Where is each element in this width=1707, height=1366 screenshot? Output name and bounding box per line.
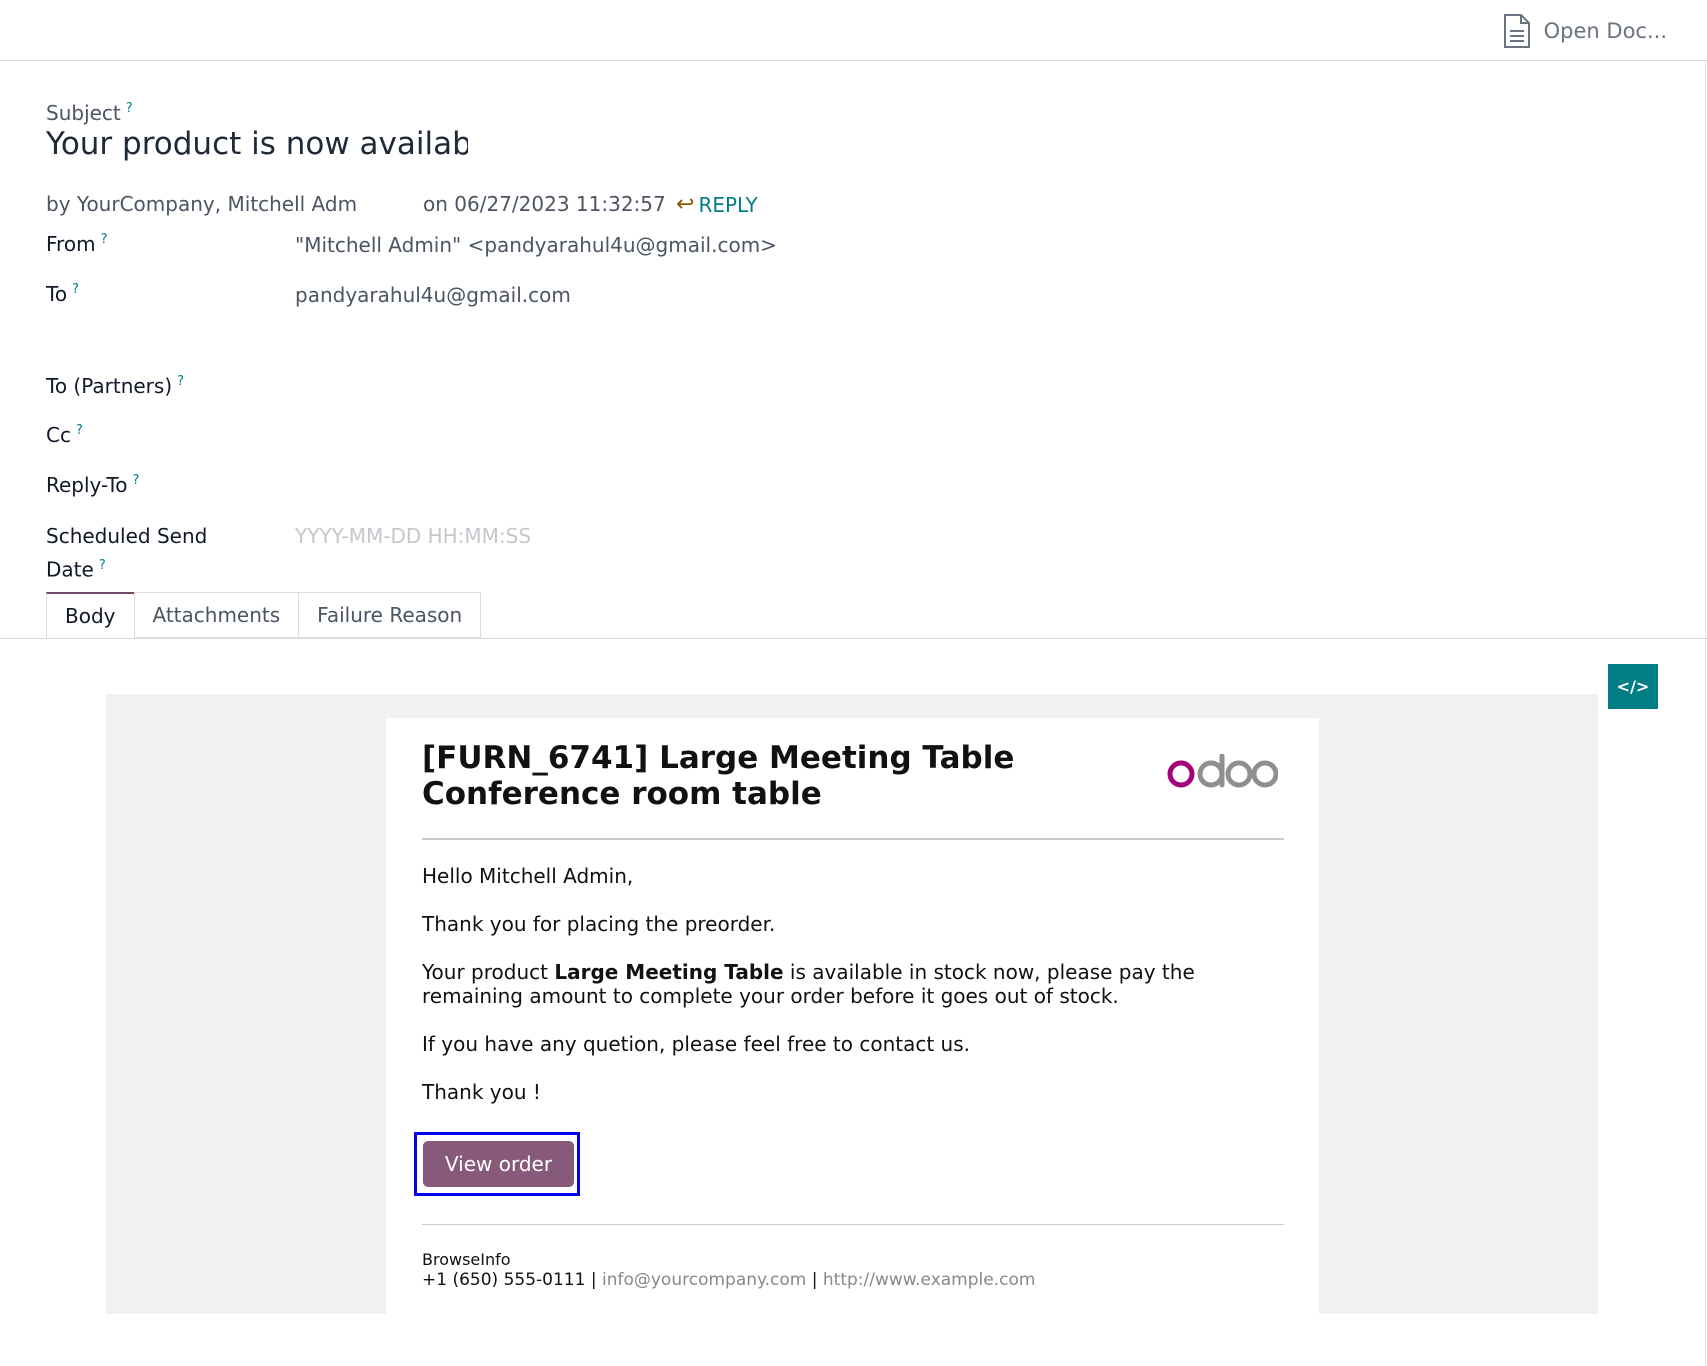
- open-document-button[interactable]: Open Doc...: [1502, 12, 1667, 50]
- footer-website-link[interactable]: http://www.example.com: [823, 1270, 1036, 1290]
- top-bar: Open Doc...: [0, 0, 1707, 61]
- subject-value: Your product is now available: [46, 126, 468, 162]
- footer-email-link[interactable]: info@yourcompany.com: [602, 1270, 806, 1290]
- tab-bar: Body Attachments Failure Reason: [46, 592, 482, 638]
- email-thanks: Thank you for placing the preorder.: [422, 912, 776, 936]
- document-icon: [1502, 13, 1532, 49]
- email-title: [FURN_6741] Large Meeting Table Conferen…: [422, 740, 1015, 812]
- cc-label: Cc?: [46, 423, 83, 447]
- help-icon[interactable]: ?: [126, 101, 133, 116]
- from-label: From?: [46, 232, 108, 256]
- reply-label: REPLY: [698, 192, 758, 217]
- scheduled-date-input[interactable]: YYYY-MM-DD HH:MM:SS: [295, 524, 531, 548]
- tab-attachments[interactable]: Attachments: [133, 592, 300, 638]
- help-icon[interactable]: ?: [72, 282, 79, 297]
- tab-failure-reason[interactable]: Failure Reason: [298, 592, 482, 638]
- email-greeting: Hello Mitchell Admin,: [422, 864, 634, 888]
- odoo-logo: [1166, 753, 1279, 794]
- tab-divider: [0, 638, 1707, 639]
- tab-body[interactable]: Body: [46, 592, 135, 638]
- email-closing: Thank you !: [422, 1080, 541, 1104]
- email-divider: [422, 838, 1284, 840]
- date-line: on 06/27/2023 11:32:57: [423, 192, 666, 216]
- from-value[interactable]: "Mitchell Admin" <pandyarahul4u@gmail.co…: [295, 233, 777, 257]
- right-divider: [1705, 61, 1706, 1366]
- code-icon: </>: [1616, 677, 1650, 696]
- help-icon[interactable]: ?: [101, 232, 108, 247]
- reply-to-label: Reply-To?: [46, 473, 140, 497]
- help-icon[interactable]: ?: [132, 473, 139, 488]
- footer-contact: +1 (650) 555-0111 | info@yourcompany.com…: [422, 1270, 1036, 1290]
- help-icon[interactable]: ?: [99, 558, 106, 573]
- reply-icon: ↩: [676, 192, 695, 217]
- help-icon[interactable]: ?: [177, 374, 184, 389]
- code-view-button[interactable]: </>: [1608, 664, 1658, 709]
- product-name: Large Meeting Table: [554, 960, 784, 984]
- to-value[interactable]: pandyarahul4u@gmail.com: [295, 283, 571, 307]
- help-icon[interactable]: ?: [76, 423, 83, 438]
- reply-to-field[interactable]: [295, 473, 895, 499]
- scheduled-date-label: Scheduled Send Date?: [46, 524, 208, 582]
- to-label: To?: [46, 282, 79, 306]
- email-product-paragraph: Your product Large Meeting Table is avai…: [422, 960, 1195, 1008]
- subject-label: Subject?: [46, 101, 133, 125]
- footer-divider: [422, 1224, 1284, 1225]
- open-document-label: Open Doc...: [1543, 19, 1667, 43]
- view-order-button[interactable]: View order: [423, 1141, 574, 1187]
- email-question: If you have any quetion, please feel fre…: [422, 1032, 970, 1056]
- to-partners-label: To (Partners)?: [46, 374, 185, 398]
- footer-phone: +1 (650) 555-0111: [422, 1270, 586, 1290]
- to-partners-field[interactable]: [295, 374, 895, 400]
- footer-company: BrowseInfo: [422, 1250, 511, 1269]
- author-line: by YourCompany, Mitchell Admin: [46, 192, 356, 216]
- reply-button[interactable]: ↩ REPLY: [676, 192, 758, 217]
- cc-field[interactable]: [295, 423, 895, 449]
